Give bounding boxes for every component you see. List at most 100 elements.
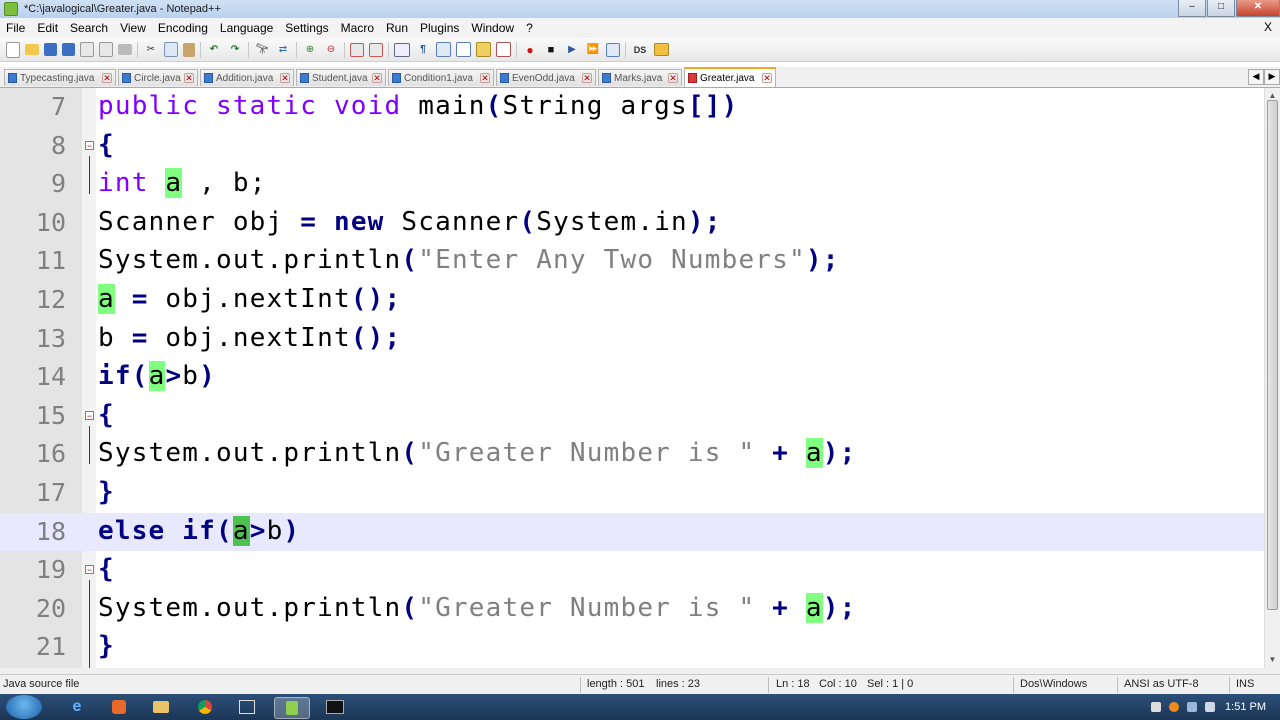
menu-file[interactable]: File [0,21,31,35]
status-separator [1117,677,1118,693]
chrome-icon[interactable] [188,697,222,717]
find-icon[interactable]: 🔭︎ [254,42,270,58]
code-text: public static void main(String args[]) [98,91,739,121]
new-file-icon[interactable] [6,41,20,58]
code-line: 10 Scanner obj = new Scanner(System.in); [0,204,1264,243]
redo-icon[interactable]: ↷ [227,42,243,58]
menu-settings[interactable]: Settings [279,21,334,35]
close-tab-icon[interactable]: ✕ [280,73,290,83]
status-ln: Ln : 18 [776,678,810,690]
menu-encoding[interactable]: Encoding [152,21,214,35]
menu-plugins[interactable]: Plugins [414,21,465,35]
tab-marks[interactable]: Marks.java ✕ [598,69,682,86]
open-file-icon[interactable] [25,44,39,55]
tab-addition[interactable]: Addition.java ✕ [200,69,294,86]
toolbar-separator [137,41,138,58]
status-separator [1229,677,1230,693]
close-tab-icon[interactable]: ✕ [582,73,592,83]
save-macro-icon[interactable] [606,42,620,57]
internet-explorer-icon[interactable]: e [60,697,94,717]
scroll-down-icon[interactable]: ▼ [1266,652,1279,667]
indent-guide-icon[interactable] [436,42,451,57]
menu-edit[interactable]: Edit [31,21,64,35]
menu-help[interactable]: ? [520,21,539,35]
code-line: 19 − { [0,551,1264,590]
start-button[interactable] [6,695,42,719]
plugin-icon[interactable] [654,43,669,56]
word-wrap-icon[interactable] [394,42,410,57]
menu-window[interactable]: Window [465,21,520,35]
tray-volume-icon[interactable] [1205,702,1216,712]
close-icon[interactable] [80,42,94,57]
record-macro-icon[interactable]: ● [522,42,538,58]
command-prompt-icon[interactable] [318,697,352,717]
stop-macro-icon[interactable]: ■ [543,42,559,58]
close-tab-icon[interactable]: ✕ [184,73,194,83]
menu-language[interactable]: Language [214,21,279,35]
close-tab-icon[interactable]: ✕ [762,73,772,83]
line-number: 15 [35,400,66,430]
zoom-in-icon[interactable]: ⊕ [302,42,318,58]
zoom-out-icon[interactable]: ⊖ [323,42,339,58]
maximize-button[interactable]: □ [1207,0,1235,17]
close-window-button[interactable]: ✕ [1236,0,1280,17]
print-icon[interactable] [118,44,132,55]
udl-icon[interactable] [456,42,471,57]
menu-view[interactable]: View [114,21,152,35]
app-orange-icon[interactable] [102,697,136,717]
sync-v-icon[interactable] [350,42,364,57]
tray-network-icon[interactable] [1187,702,1198,712]
cut-icon[interactable]: ✂ [143,42,159,58]
fold-toggle-icon[interactable]: − [85,565,94,575]
status-bar: Java source file length : 501 lines : 23… [0,674,1280,694]
minimize-button[interactable]: – [1178,0,1206,17]
window-title: *C:\javalogical\Greater.java - Notepad++ [24,3,221,15]
tray-flag-icon[interactable] [1151,702,1162,712]
tab-greater[interactable]: Greater.java ✕ [684,67,776,87]
replace-icon[interactable]: ⇄ [275,42,291,58]
close-all-icon[interactable] [99,42,113,57]
file-icon [602,73,611,83]
file-explorer-icon[interactable] [144,697,178,717]
paste-icon[interactable] [183,42,195,57]
fold-toggle-icon[interactable]: − [85,140,94,150]
undo-icon[interactable]: ↶ [206,42,222,58]
function-list-icon[interactable] [496,42,511,57]
tab-typecasting[interactable]: Typecasting.java ✕ [4,69,116,86]
close-tab-icon[interactable]: ✕ [480,73,490,83]
copy-icon[interactable] [164,42,178,57]
scrollbar-thumb[interactable] [1267,100,1278,610]
close-document-button[interactable]: X [1264,20,1272,34]
window-switch-icon[interactable] [230,697,264,717]
code-editor[interactable]: 7 public static void main(String args[])… [0,88,1264,668]
tab-student[interactable]: Student.java ✕ [296,69,386,86]
fold-toggle-icon[interactable]: − [85,410,94,420]
tray-avast-icon[interactable] [1169,702,1180,712]
notepadpp-taskbar-icon[interactable] [274,697,310,719]
status-separator [580,677,581,693]
tab-circle[interactable]: Circle.java ✕ [118,69,198,86]
close-tab-icon[interactable]: ✕ [372,73,382,83]
tab-condition1[interactable]: Condition1.java ✕ [388,69,494,86]
tab-scroll-left-icon[interactable]: ◀ [1248,69,1264,85]
menu-run[interactable]: Run [380,21,414,35]
ds-icon[interactable]: DS [631,42,649,58]
code-line: 13 b = obj.nextInt(); [0,320,1264,359]
close-tab-icon[interactable]: ✕ [668,73,678,83]
menu-search[interactable]: Search [64,21,114,35]
tab-scroll-right-icon[interactable]: ▶ [1264,69,1280,85]
tab-evenodd[interactable]: EvenOdd.java ✕ [496,69,596,86]
play-macro-icon[interactable]: ▶ [564,42,580,58]
doc-map-icon[interactable] [476,42,491,57]
taskbar-clock[interactable]: 1:51 PM [1225,701,1266,713]
close-tab-icon[interactable]: ✕ [102,73,112,83]
show-all-chars-icon[interactable]: ¶ [415,42,431,58]
menu-macro[interactable]: Macro [335,21,380,35]
line-number: 19 [35,555,66,585]
save-all-icon[interactable] [62,43,75,56]
tab-label: Typecasting.java [20,72,95,84]
save-icon[interactable] [44,43,57,56]
vertical-scrollbar[interactable]: ▲ ▼ [1264,88,1280,668]
play-multiple-macro-icon[interactable]: ⏩ [585,42,601,58]
sync-h-icon[interactable] [369,42,383,57]
